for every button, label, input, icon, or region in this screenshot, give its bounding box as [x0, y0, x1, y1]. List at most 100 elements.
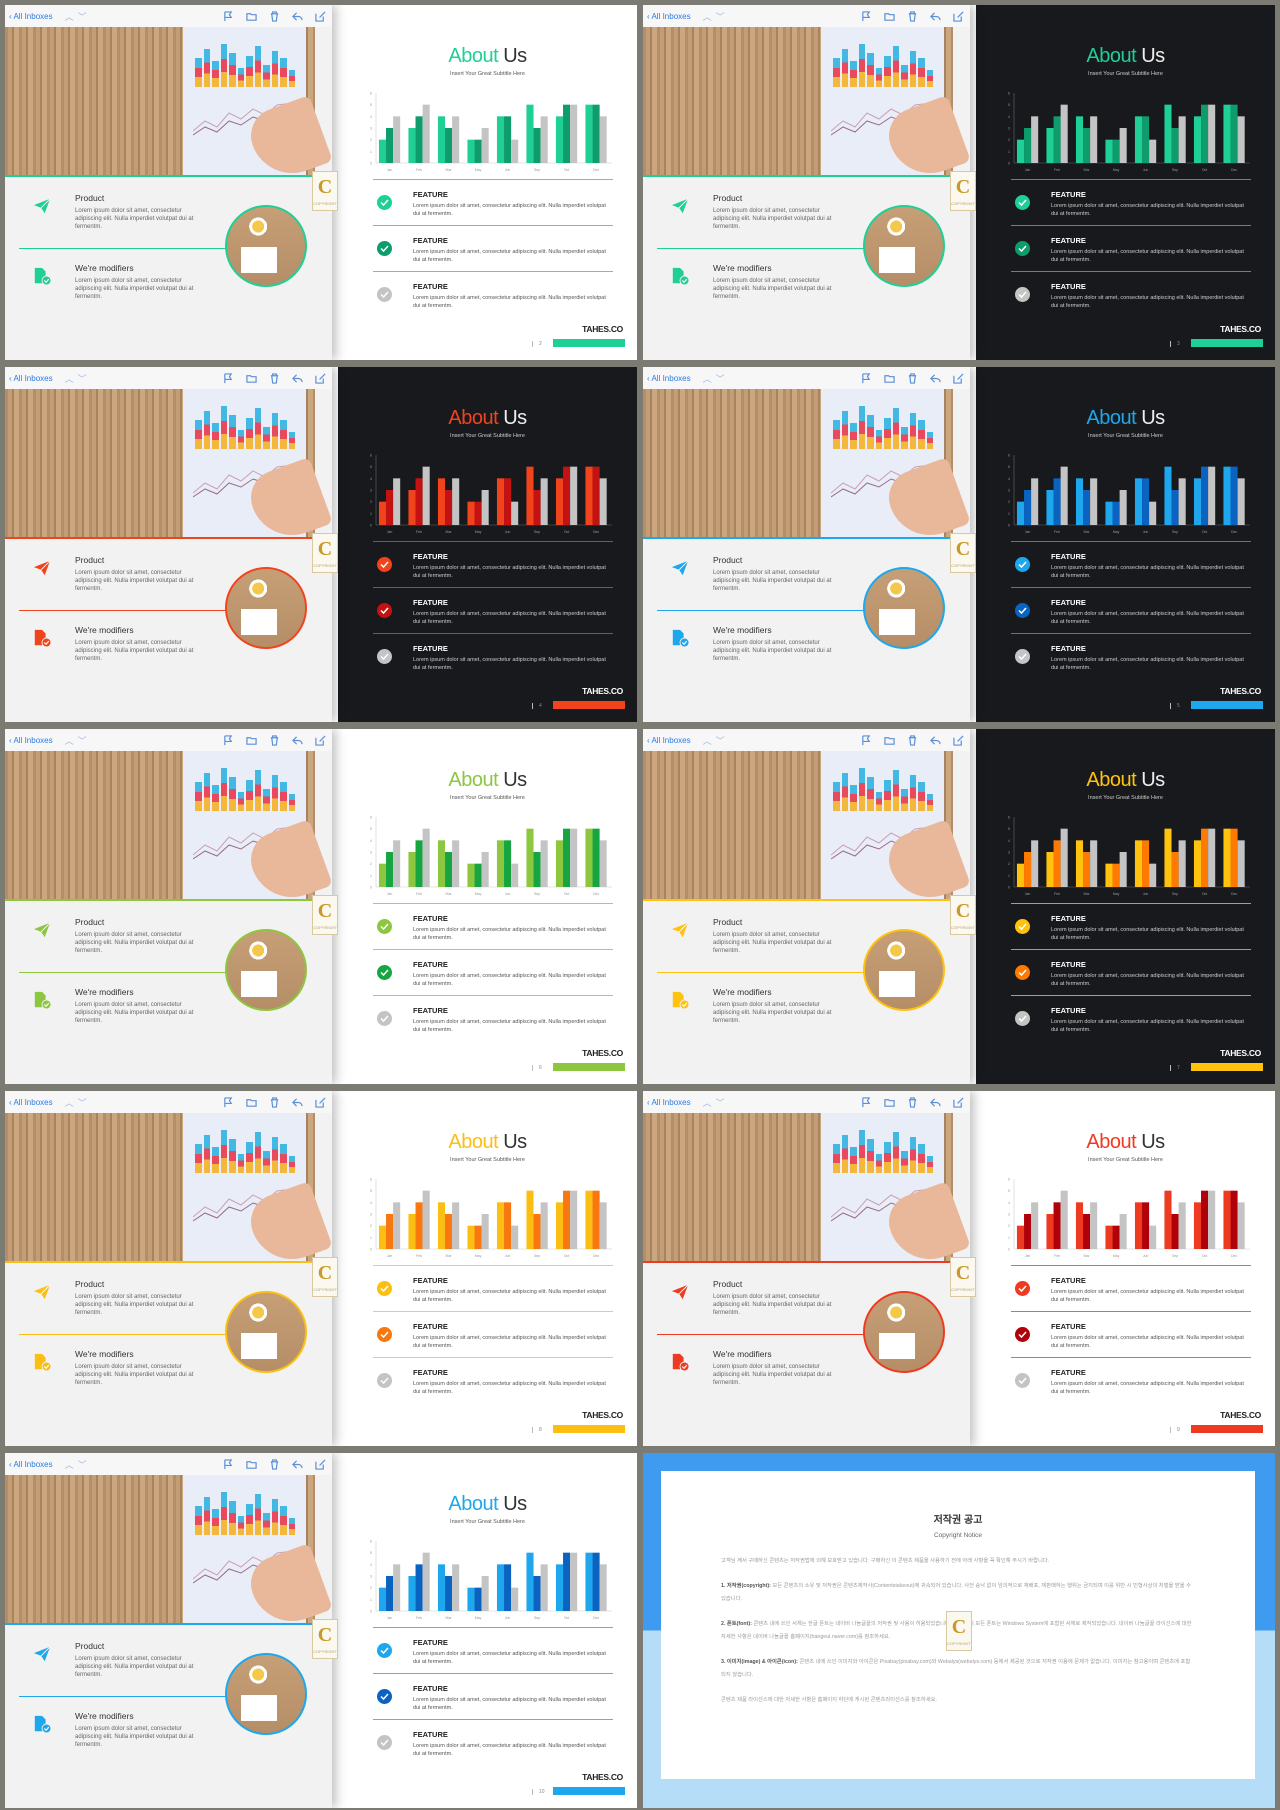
- nav-chevrons[interactable]: ︿﹀: [703, 1096, 729, 1109]
- trash-icon[interactable]: [269, 10, 280, 22]
- chevron-up-icon[interactable]: ︿: [703, 374, 716, 384]
- flag-icon[interactable]: [861, 1096, 872, 1108]
- reply-icon[interactable]: [292, 735, 303, 746]
- chevron-up-icon[interactable]: ︿: [65, 1098, 78, 1108]
- chevron-up-icon[interactable]: ︿: [703, 12, 716, 22]
- folder-icon[interactable]: [246, 735, 257, 746]
- compose-icon[interactable]: [315, 372, 326, 384]
- chevron-down-icon[interactable]: ﹀: [716, 12, 729, 22]
- back-to-inboxes-link[interactable]: ‹ All Inboxes: [647, 1098, 691, 1107]
- modifiers-title: We're modifiers: [713, 263, 772, 273]
- back-to-inboxes-link[interactable]: ‹ All Inboxes: [647, 736, 691, 745]
- folder-icon[interactable]: [884, 1097, 895, 1108]
- back-to-inboxes-link[interactable]: ‹ All Inboxes: [647, 12, 691, 21]
- bar-sep-series-3: [1178, 478, 1186, 525]
- nav-chevrons[interactable]: ︿﹀: [65, 1458, 91, 1471]
- chevron-down-icon[interactable]: ﹀: [716, 1098, 729, 1108]
- chevron-up-icon[interactable]: ︿: [65, 736, 78, 746]
- flag-icon[interactable]: [223, 1458, 234, 1470]
- title-rest: Us: [1141, 407, 1165, 429]
- chevron-down-icon[interactable]: ﹀: [78, 12, 91, 22]
- compose-icon[interactable]: [315, 1458, 326, 1470]
- flag-icon[interactable]: [861, 372, 872, 384]
- chevron-down-icon[interactable]: ﹀: [78, 374, 91, 384]
- chevron-down-icon[interactable]: ﹀: [78, 736, 91, 746]
- copyright-logo: C COPYRIGHT: [946, 1611, 972, 1651]
- nav-chevrons[interactable]: ︿﹀: [703, 372, 729, 385]
- feature-divider: [373, 1627, 613, 1628]
- reply-icon[interactable]: [292, 1459, 303, 1470]
- nav-chevrons[interactable]: ︿﹀: [65, 10, 91, 23]
- chevron-up-icon[interactable]: ︿: [65, 1460, 78, 1470]
- trash-icon[interactable]: [907, 1096, 918, 1108]
- chevron-down-icon[interactable]: ﹀: [78, 1460, 91, 1470]
- compose-icon[interactable]: [953, 1096, 964, 1108]
- trash-icon[interactable]: [269, 372, 280, 384]
- folder-icon[interactable]: [884, 735, 895, 746]
- back-to-inboxes-link[interactable]: ‹ All Inboxes: [9, 374, 53, 383]
- flag-icon[interactable]: [223, 372, 234, 384]
- folder-icon[interactable]: [246, 373, 257, 384]
- chevron-down-icon[interactable]: ﹀: [716, 374, 729, 384]
- copyright-intro: 고객님 께서 구매하신 콘텐츠는 저작권법에 의해 보호받고 있습니다. 구매하…: [721, 1558, 1050, 1564]
- x-tick-label: Jan: [387, 1254, 393, 1258]
- folder-icon[interactable]: [246, 11, 257, 22]
- chevron-up-icon[interactable]: ︿: [703, 736, 716, 746]
- flag-icon[interactable]: [223, 10, 234, 22]
- section-heading: 1. 저작권(copyright):: [721, 1583, 771, 1589]
- compose-icon[interactable]: [953, 372, 964, 384]
- back-to-inboxes-link[interactable]: ‹ All Inboxes: [647, 374, 691, 383]
- chevron-up-icon[interactable]: ︿: [703, 1098, 716, 1108]
- reply-icon[interactable]: [292, 11, 303, 22]
- chevron-down-icon[interactable]: ﹀: [78, 1098, 91, 1108]
- x-tick-label: Jun: [505, 892, 511, 896]
- nav-chevrons[interactable]: ︿﹀: [703, 10, 729, 23]
- y-tick-label: 3: [1008, 489, 1010, 493]
- back-to-inboxes-link[interactable]: ‹ All Inboxes: [9, 736, 53, 745]
- back-to-inboxes-link[interactable]: ‹ All Inboxes: [9, 1098, 53, 1107]
- trash-icon[interactable]: [907, 372, 918, 384]
- trash-icon[interactable]: [269, 734, 280, 746]
- compose-icon[interactable]: [953, 734, 964, 746]
- compose-icon[interactable]: [953, 10, 964, 22]
- flag-icon[interactable]: [861, 10, 872, 22]
- back-to-inboxes-link[interactable]: ‹ All Inboxes: [9, 1460, 53, 1469]
- feature-title: FEATURE: [1051, 598, 1086, 607]
- bar-feb-series-2: [415, 1202, 423, 1249]
- compose-icon[interactable]: [315, 10, 326, 22]
- reply-icon[interactable]: [930, 735, 941, 746]
- folder-icon[interactable]: [246, 1097, 257, 1108]
- document-check-icon: [34, 629, 51, 647]
- flag-icon[interactable]: [223, 734, 234, 746]
- reply-icon[interactable]: [930, 11, 941, 22]
- nav-chevrons[interactable]: ︿﹀: [65, 734, 91, 747]
- reply-icon[interactable]: [930, 1097, 941, 1108]
- chevron-up-icon[interactable]: ︿: [65, 12, 78, 22]
- reply-icon[interactable]: [930, 373, 941, 384]
- trash-icon[interactable]: [907, 10, 918, 22]
- nav-chevrons[interactable]: ︿﹀: [703, 734, 729, 747]
- product-title: Product: [75, 917, 105, 927]
- bar-sep-series-2: [533, 490, 541, 525]
- trash-icon[interactable]: [269, 1096, 280, 1108]
- flag-icon[interactable]: [861, 734, 872, 746]
- folder-icon[interactable]: [246, 1459, 257, 1470]
- trash-icon[interactable]: [269, 1458, 280, 1470]
- chevron-up-icon[interactable]: ︿: [65, 374, 78, 384]
- x-tick-label: May: [1113, 1254, 1120, 1258]
- chevron-down-icon[interactable]: ﹀: [716, 736, 729, 746]
- folder-icon[interactable]: [884, 11, 895, 22]
- compose-icon[interactable]: [315, 734, 326, 746]
- nav-chevrons[interactable]: ︿﹀: [65, 372, 91, 385]
- nav-chevrons[interactable]: ︿﹀: [65, 1096, 91, 1109]
- bar-sep-series-3: [540, 840, 548, 887]
- reply-icon[interactable]: [292, 1097, 303, 1108]
- feature-title: FEATURE: [1051, 1276, 1086, 1285]
- compose-icon[interactable]: [315, 1096, 326, 1108]
- flag-icon[interactable]: [223, 1096, 234, 1108]
- back-to-inboxes-link[interactable]: ‹ All Inboxes: [9, 12, 53, 21]
- folder-icon[interactable]: [884, 373, 895, 384]
- trash-icon[interactable]: [907, 734, 918, 746]
- reply-icon[interactable]: [292, 373, 303, 384]
- modifiers-title: We're modifiers: [713, 987, 772, 997]
